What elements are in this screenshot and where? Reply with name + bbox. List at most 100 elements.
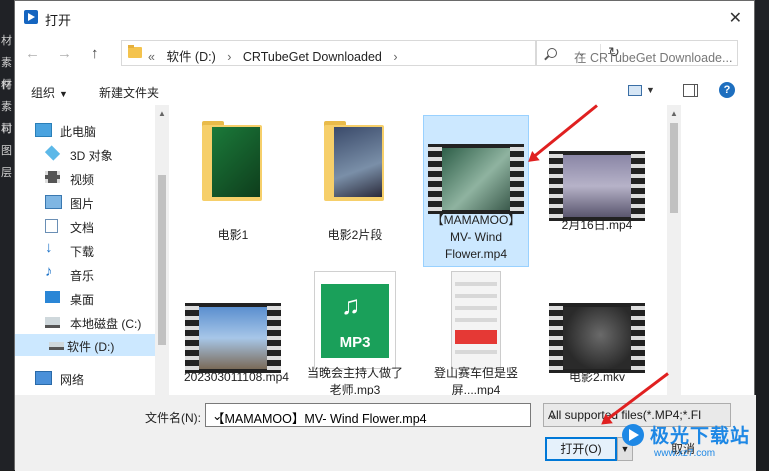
download-icon: ↓ xyxy=(45,239,53,256)
sidebar-item-videos[interactable]: 视频 xyxy=(45,167,165,189)
sidebar-item-label: 下载 xyxy=(70,245,95,259)
file-tile-video[interactable]: 电影2.mkv xyxy=(544,273,650,395)
open-file-dialog: 打开 ✕ ← → ↑ « 软件 (D:) › CRTubeGet Downloa… xyxy=(14,0,756,471)
file-grid: 电影1 电影2片段 【MAMAMOO】MV- Wind Flower.mp4 2… xyxy=(172,105,667,395)
folder-icon xyxy=(324,121,386,201)
search-box[interactable]: 在 CRTubeGet Downloade... xyxy=(535,40,738,66)
close-button[interactable]: ✕ xyxy=(729,8,742,28)
sidebar-item-label: 软件 (D:) xyxy=(67,340,115,354)
bg-label: 图层 xyxy=(1,145,12,179)
sidebar-item-this-pc[interactable]: 此电脑 xyxy=(35,119,155,141)
sidebar-item-3d-objects[interactable]: 3D 对象 xyxy=(44,143,165,165)
forward-arrow-icon[interactable]: → xyxy=(57,45,72,62)
mp3-file-icon: ♫ MP3 xyxy=(314,271,396,369)
breadcrumb-separator[interactable]: › xyxy=(227,50,231,64)
file-tile-folder[interactable]: 电影1 xyxy=(180,111,286,263)
music-icon: ♪ xyxy=(45,263,53,280)
file-grid-scrollbar[interactable]: ▲ xyxy=(667,105,681,395)
back-arrow-icon[interactable]: ← xyxy=(25,45,40,62)
breadcrumb-overflow[interactable]: « xyxy=(148,50,155,64)
preview-pane-icon[interactable] xyxy=(683,84,698,97)
video-icon xyxy=(45,171,60,183)
breadcrumb-folder[interactable]: CRTubeGet Downloaded xyxy=(243,50,382,64)
mp3-badge: MP3 xyxy=(339,334,371,351)
scrollbar-thumb[interactable] xyxy=(158,175,166,345)
title-bar: 打开 ✕ xyxy=(15,1,754,35)
organize-label: 组织 xyxy=(31,86,56,100)
organize-button[interactable]: 组织 ▼ xyxy=(31,84,68,101)
sidebar-item-label: 本地磁盘 (C:) xyxy=(70,317,142,331)
address-bar[interactable]: « 软件 (D:) › CRTubeGet Downloaded › ⌄ ↻ xyxy=(121,40,620,66)
file-name: 电影2片段 xyxy=(327,228,383,242)
video-thumbnail-icon xyxy=(428,144,524,214)
drive-icon xyxy=(49,342,64,350)
file-tile-video[interactable]: 202303011108.mp4 xyxy=(180,273,289,395)
command-toolbar: 组织 ▼ 新建文件夹 ▼ ? xyxy=(15,79,754,105)
sidebar-item-label: 图片 xyxy=(70,197,95,211)
scroll-up-icon[interactable]: ▲ xyxy=(670,109,678,118)
sidebar-item-software-d[interactable]: 软件 (D:) xyxy=(15,334,155,356)
view-mode-icon[interactable] xyxy=(628,85,642,96)
view-caret-down-icon[interactable]: ▼ xyxy=(646,85,655,95)
file-name: 2月16日.mp4 xyxy=(561,218,633,232)
watermark-logo-icon xyxy=(622,424,644,446)
breadcrumb: « 软件 (D:) › CRTubeGet Downloaded › xyxy=(148,46,406,65)
desktop-icon xyxy=(45,291,60,303)
watermark: 极光下载站 www.xz7.com xyxy=(622,420,762,466)
scrollbar-thumb[interactable] xyxy=(670,123,678,213)
sidebar-item-label: 桌面 xyxy=(70,293,95,307)
file-name-label: 文件名(N): xyxy=(145,411,201,425)
up-arrow-icon[interactable]: ↑ xyxy=(91,45,99,62)
bg-label: 司 xyxy=(1,123,12,135)
sidebar-item-pictures[interactable]: 图片 xyxy=(45,191,165,213)
file-name: 登山赛车但是竖屏....mp4 xyxy=(433,366,518,395)
file-name: 当晚会主持人做了老师.mp3 xyxy=(306,366,403,395)
sidebar-item-label: 视频 xyxy=(70,173,95,187)
breadcrumb-drive[interactable]: 软件 (D:) xyxy=(166,50,215,64)
sidebar-item-local-disk-c[interactable]: 本地磁盘 (C:) xyxy=(45,311,165,333)
sidebar-item-label: 此电脑 xyxy=(60,125,97,139)
3d-objects-icon xyxy=(44,145,61,161)
file-name: 电影1 xyxy=(217,228,249,242)
sidebar-item-label: 网络 xyxy=(60,373,85,387)
sidebar-item-label: 音乐 xyxy=(70,269,95,283)
folder-icon xyxy=(128,45,142,58)
bg-label: 材 xyxy=(1,35,12,47)
bg-label: 素村 xyxy=(1,101,12,135)
new-folder-button[interactable]: 新建文件夹 xyxy=(99,84,159,101)
video-thumbnail-icon xyxy=(549,151,645,221)
search-input[interactable]: 在 CRTubeGet Downloade... xyxy=(574,47,732,66)
sidebar-item-documents[interactable]: 文档 xyxy=(45,215,165,237)
phone-video-thumbnail-icon xyxy=(451,271,501,369)
caret-down-icon: ▼ xyxy=(59,89,68,99)
navigation-pane: 此电脑 3D 对象 视频 图片 文档 ↓ 下载 ♪ 音乐 桌面 本地磁盘 (C:… xyxy=(15,105,169,395)
background-sidebar: 材 素材 件 素村 司 图层 xyxy=(0,30,14,430)
file-tile-folder[interactable]: 电影2片段 xyxy=(302,111,408,263)
bg-label: 素材 xyxy=(1,57,12,91)
chevron-down-icon[interactable]: ⌄ xyxy=(212,408,524,423)
file-name-input[interactable]: 【MAMAMOO】MV- Wind Flower.mp4 ⌄ xyxy=(205,403,531,427)
file-tile-audio[interactable]: ♫ MP3 当晚会主持人做了老师.mp3 xyxy=(302,267,408,395)
file-name: 202303011108.mp4 xyxy=(184,370,289,384)
scroll-up-icon[interactable]: ▲ xyxy=(158,109,166,118)
computer-icon xyxy=(35,123,52,137)
app-logo-icon xyxy=(24,10,38,24)
video-thumbnail-icon xyxy=(549,303,645,373)
sidebar-item-desktop[interactable]: 桌面 xyxy=(45,287,165,309)
file-tile-video-selected[interactable]: 【MAMAMOO】MV- Wind Flower.mp4 xyxy=(423,115,529,267)
open-button[interactable]: 打开(O) xyxy=(545,437,617,461)
breadcrumb-separator[interactable]: › xyxy=(393,50,397,64)
sidebar-item-downloads[interactable]: ↓ 下载 xyxy=(45,239,165,261)
file-name: 【MAMAMOO】MV- Wind Flower.mp4 xyxy=(431,213,521,261)
sidebar-item-network[interactable]: 网络 xyxy=(35,367,155,389)
file-tile-video[interactable]: 登山赛车但是竖屏....mp4 xyxy=(423,267,529,395)
dialog-title: 打开 xyxy=(45,13,72,28)
help-icon[interactable]: ? xyxy=(719,82,735,98)
video-thumbnail-icon xyxy=(185,303,281,373)
navigation-pane-scrollbar[interactable]: ▲ xyxy=(155,105,169,395)
bg-label: 件 xyxy=(1,79,12,91)
watermark-title: 极光下载站 xyxy=(650,426,751,447)
network-icon xyxy=(35,371,52,385)
sidebar-item-music[interactable]: ♪ 音乐 xyxy=(45,263,165,285)
file-name: 电影2.mkv xyxy=(568,370,625,384)
